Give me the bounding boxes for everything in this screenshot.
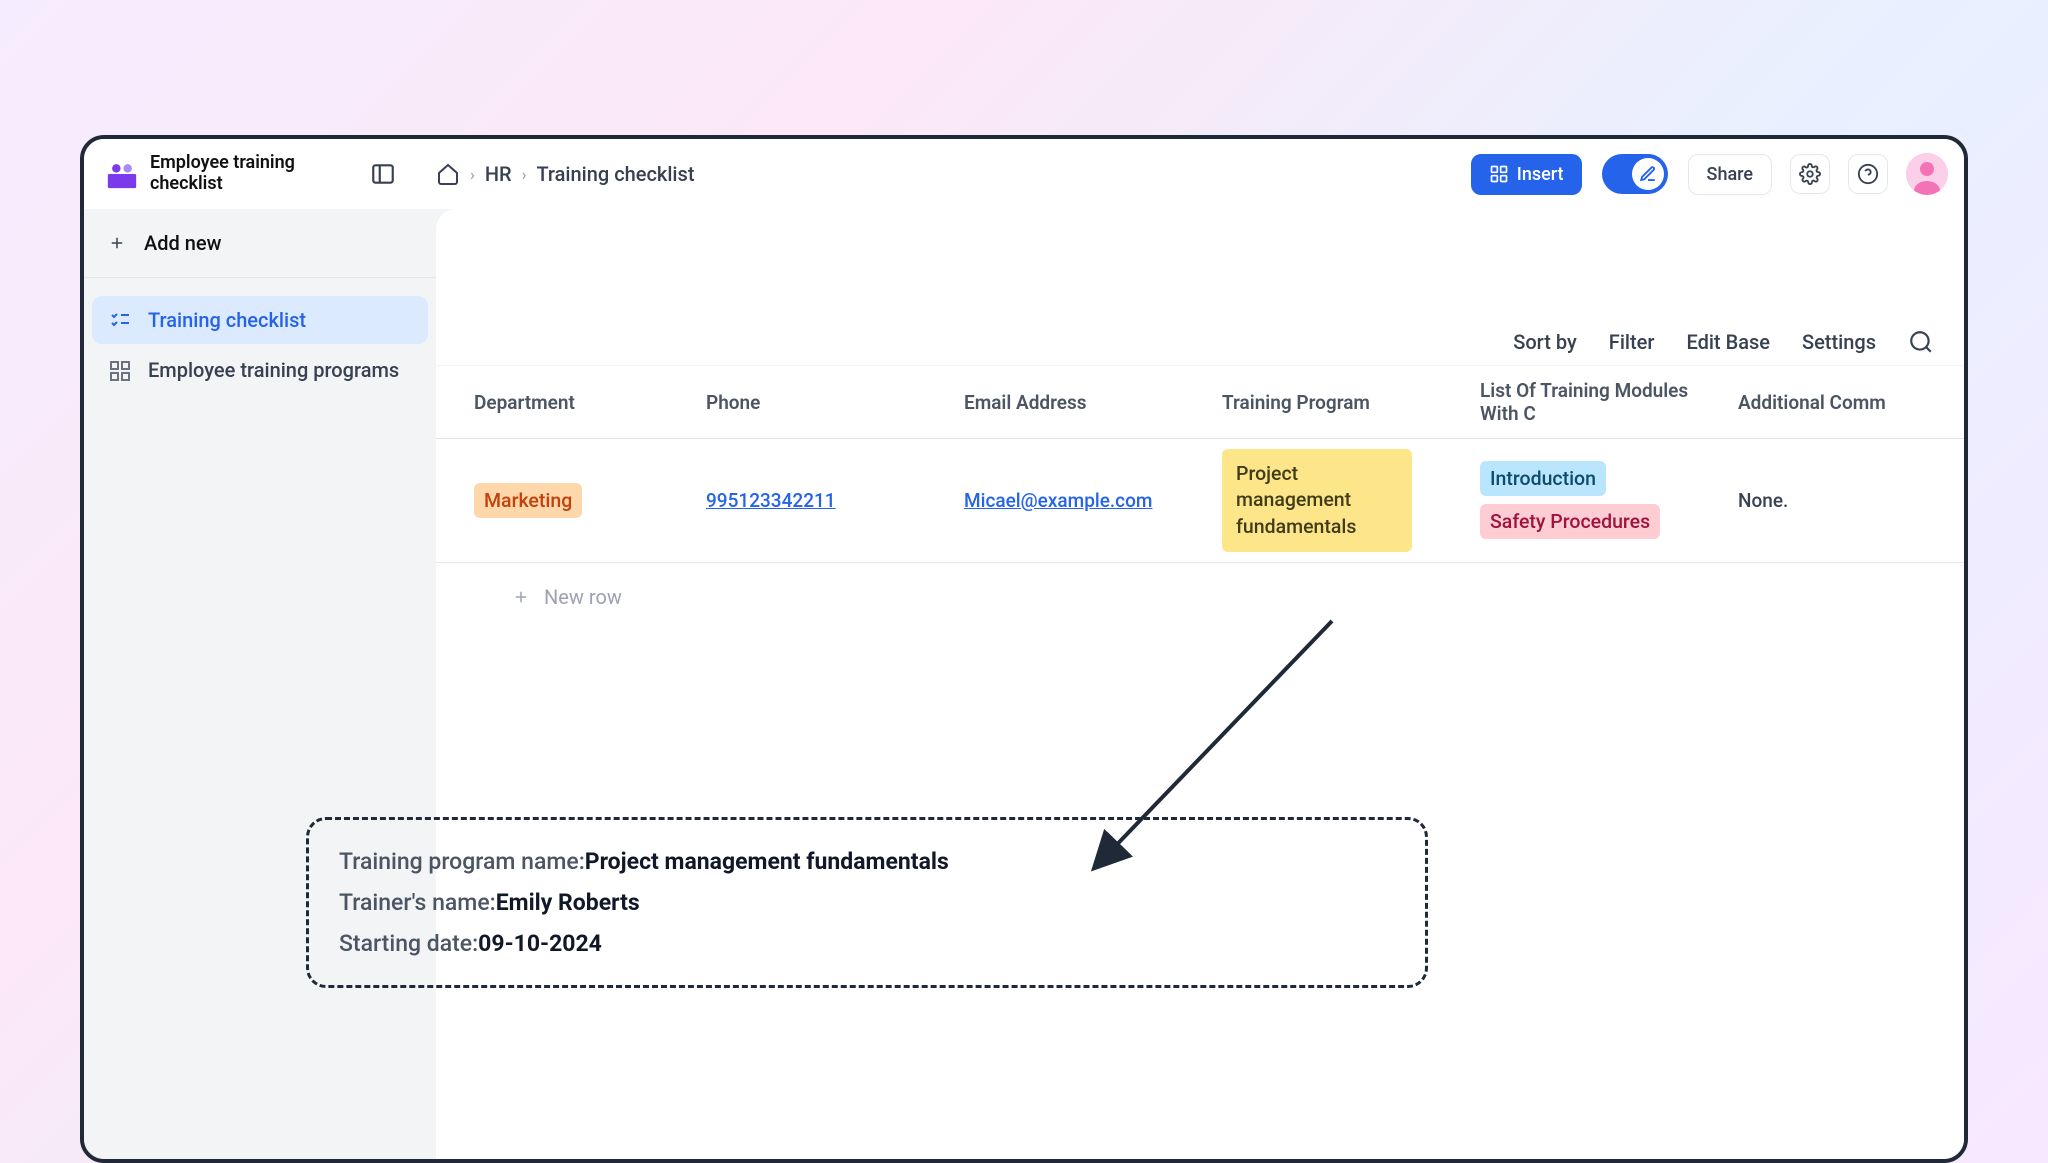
sidebar-item-training-programs[interactable]: Employee training programs [92,346,428,395]
breadcrumb-level-2[interactable]: Training checklist [536,162,694,186]
plus-icon [108,234,126,252]
email-link[interactable]: Micael@example.com [964,489,1152,512]
module-tag: Introduction [1480,461,1606,496]
col-header-comments[interactable]: Additional Comm [1728,391,1948,414]
training-program-tag: Project management fundamentals [1222,449,1412,552]
insert-button[interactable]: Insert [1471,154,1582,195]
col-header-department[interactable]: Department [436,391,696,414]
search-icon[interactable] [1908,329,1934,355]
chevron-right-icon: › [522,165,527,184]
add-new-label: Add new [144,231,221,255]
table-row[interactable]: Marketing 995123342211 Micael@example.co… [436,439,1964,563]
col-header-phone[interactable]: Phone [696,391,954,414]
detail-callout: Training program name:Project management… [306,817,1428,988]
settings-gear-button[interactable] [1790,154,1830,194]
share-button[interactable]: Share [1688,154,1772,195]
sidebar-collapse-icon[interactable] [370,161,396,187]
insert-label: Insert [1517,164,1564,185]
top-bar: Employee training checklist › HR › Train… [84,139,1964,209]
app-title: Employee training checklist [150,153,320,194]
comments-cell: None. [1728,489,1948,512]
home-icon[interactable] [436,162,460,186]
table-toolbar: Sort by Filter Edit Base Settings [436,209,1964,365]
edit-base-button[interactable]: Edit Base [1686,330,1770,354]
module-tag: Safety Procedures [1480,504,1660,539]
phone-link[interactable]: 995123342211 [706,489,836,512]
new-row-label: New row [544,585,622,609]
sort-by-button[interactable]: Sort by [1513,330,1577,354]
sidebar-item-label: Training checklist [148,308,306,332]
grid-icon [108,359,132,383]
app-window: Employee training checklist › HR › Train… [80,135,1968,1163]
col-header-modules[interactable]: List Of Training Modules With C [1470,379,1728,425]
filter-button[interactable]: Filter [1609,330,1655,354]
col-header-email[interactable]: Email Address [954,391,1212,414]
widgets-icon [1489,164,1509,184]
callout-label: Trainer's name: [339,889,496,916]
user-avatar[interactable] [1906,153,1948,195]
table-header-row: Department Phone Email Address Training … [436,365,1964,439]
col-header-training-program[interactable]: Training Program [1212,391,1470,414]
help-button[interactable] [1848,154,1888,194]
department-tag: Marketing [474,483,582,518]
sidebar-item-label: Employee training programs [148,358,399,383]
checklist-icon [108,308,132,332]
sidebar: Add new Training checklist Employee trai… [84,209,436,1159]
data-table: Department Phone Email Address Training … [436,365,1964,631]
callout-value: 09-10-2024 [478,930,602,957]
callout-value: Emily Roberts [496,889,640,916]
breadcrumb-level-1[interactable]: HR [485,162,512,186]
chevron-right-icon: › [470,165,475,184]
edit-mode-toggle[interactable] [1602,154,1668,194]
callout-label: Training program name: [339,848,585,875]
breadcrumb: › HR › Training checklist [436,162,694,186]
settings-button[interactable]: Settings [1802,330,1876,354]
callout-label: Starting date: [339,930,478,957]
add-new-button[interactable]: Add new [84,209,436,278]
app-logo-icon [104,156,140,192]
sidebar-item-training-checklist[interactable]: Training checklist [92,296,428,344]
callout-value: Project management fundamentals [585,848,949,875]
toggle-knob [1632,158,1664,190]
plus-icon [512,588,530,606]
nav-list: Training checklist Employee training pro… [84,278,436,415]
